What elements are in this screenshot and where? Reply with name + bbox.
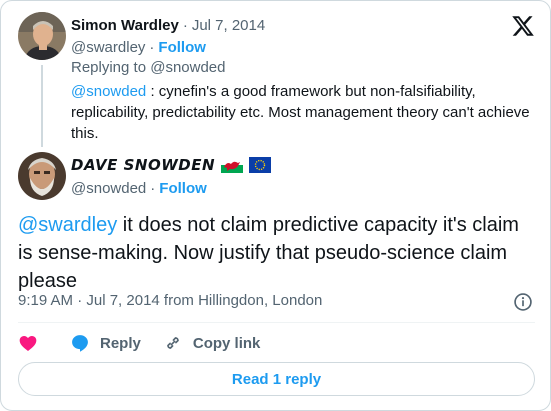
copy-link-button[interactable]: Copy link <box>163 333 261 353</box>
handle-separator: · <box>150 179 156 197</box>
eu-flag-icon <box>249 157 272 173</box>
reply-label[interactable]: Reply <box>100 335 141 352</box>
main-display-name[interactable]: DAVE SNOWDEN <box>71 156 215 174</box>
parent-mention-link[interactable]: @snowded <box>71 83 146 100</box>
avatar-dave-snowden[interactable] <box>18 152 66 200</box>
main-header: DAVE SNOWDEN <box>71 153 272 177</box>
parent-date[interactable]: Jul 7, 2014 <box>192 17 265 34</box>
actions-divider <box>18 322 535 323</box>
info-icon[interactable] <box>513 292 533 312</box>
replying-to-label: Replying to @snowded <box>71 59 226 76</box>
x-logo-icon[interactable] <box>510 14 536 38</box>
heart-icon <box>19 336 37 351</box>
parent-tweet-text: @snowded : cynefin's a good framework bu… <box>71 81 539 144</box>
read-replies-label[interactable]: Read 1 reply <box>232 371 321 388</box>
tweet-timestamp[interactable]: 9:19 AM · Jul 7, 2014 from Hillingdon, L… <box>18 292 322 309</box>
main-tweet-text: @swardley it does not claim predictive c… <box>18 211 538 295</box>
handle-separator: · <box>149 38 155 56</box>
tweet-actions: Reply Copy link <box>18 331 260 355</box>
read-replies-button[interactable]: Read 1 reply <box>18 362 535 396</box>
wales-flag-icon <box>221 157 244 173</box>
avatar-simon-wardley[interactable] <box>18 12 66 60</box>
main-handle-row: @snowded · Follow <box>71 178 207 198</box>
link-icon <box>167 337 179 349</box>
reply-button[interactable]: Reply <box>70 333 141 353</box>
main-mention-link[interactable]: @swardley <box>18 214 117 236</box>
like-button[interactable] <box>18 333 38 353</box>
main-handle[interactable]: @snowded <box>71 180 146 197</box>
tweet-embed-card: Simon Wardley · Jul 7, 2014 @swardley · … <box>0 0 551 411</box>
parent-handle-row: @swardley · Follow <box>71 37 206 57</box>
parent-handle[interactable]: @swardley <box>71 39 145 56</box>
thread-connector-line <box>41 65 43 147</box>
timestamp-text[interactable]: 9:19 AM · Jul 7, 2014 from Hillingdon, L… <box>18 292 322 309</box>
parent-header: Simon Wardley · Jul 7, 2014 <box>71 14 265 36</box>
parent-follow-link[interactable]: Follow <box>158 39 206 56</box>
parent-display-name[interactable]: Simon Wardley <box>71 17 179 34</box>
copy-link-label[interactable]: Copy link <box>193 335 261 352</box>
reply-bubble-icon <box>72 335 88 352</box>
header-separator: · <box>182 16 188 34</box>
main-follow-link[interactable]: Follow <box>159 180 207 197</box>
